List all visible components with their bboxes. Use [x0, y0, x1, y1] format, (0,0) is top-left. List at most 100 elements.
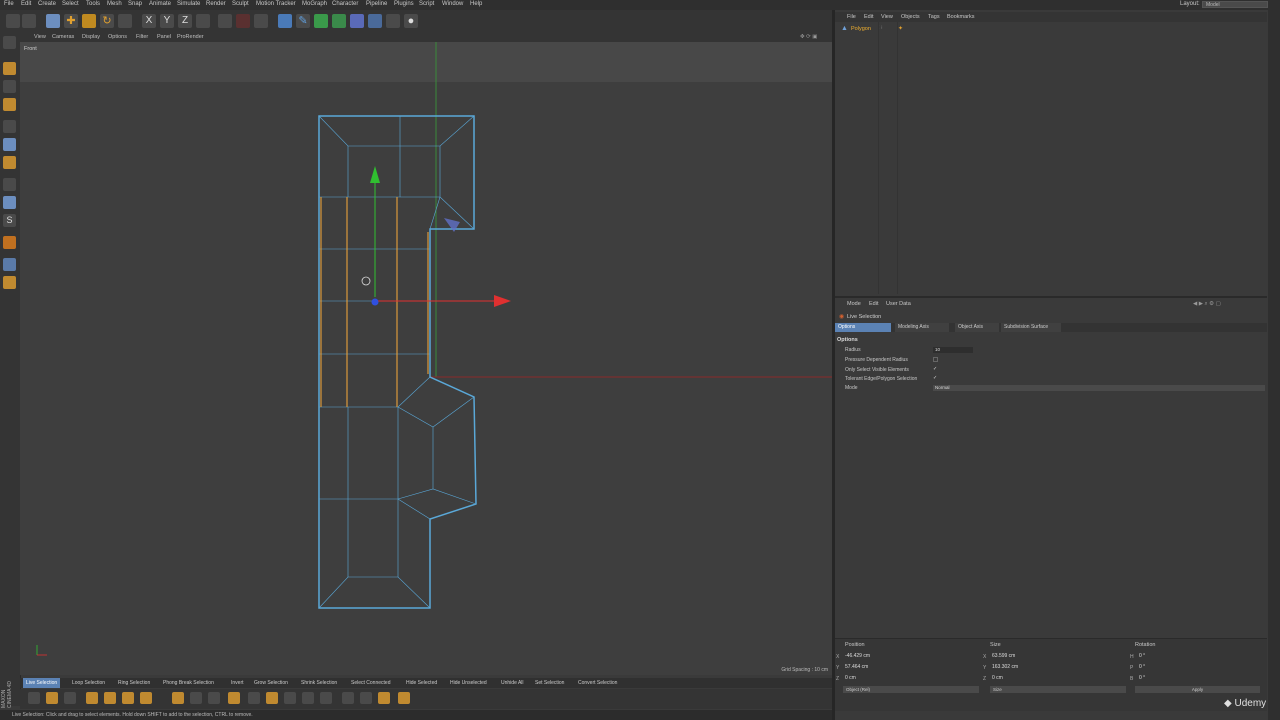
menu-plugins[interactable]: Plugins — [394, 1, 414, 7]
slide-icon[interactable] — [248, 692, 260, 704]
render-view-icon[interactable] — [218, 14, 232, 28]
object-name[interactable]: Polygon — [851, 26, 871, 32]
stitch-icon[interactable] — [320, 692, 332, 704]
sculpt-icon[interactable] — [3, 236, 16, 249]
snap-icon[interactable]: S — [3, 214, 16, 227]
tool-ring-selection[interactable]: Ring Selection — [118, 680, 150, 686]
pos-x-field[interactable]: -46.429 cm — [843, 653, 980, 660]
extrude-inner-icon[interactable] — [122, 692, 134, 704]
pressure-radius-checkbox[interactable] — [933, 357, 938, 362]
menu-render[interactable]: Render — [206, 1, 226, 7]
magnet-icon[interactable] — [284, 692, 296, 704]
rot-p-field[interactable]: 0 ° — [1137, 664, 1264, 671]
optimize-icon[interactable] — [398, 692, 410, 704]
recent-tools-icon[interactable] — [118, 14, 132, 28]
tool-invert[interactable]: Invert — [231, 680, 244, 686]
x-axis-lock-icon[interactable]: X — [142, 14, 156, 28]
texture-mode-icon[interactable] — [3, 80, 16, 93]
matrix-extrude-icon[interactable] — [172, 692, 184, 704]
move-icon[interactable]: ✚ — [64, 14, 78, 28]
make-editable-icon[interactable] — [3, 36, 16, 49]
tool-grow-selection[interactable]: Grow Selection — [254, 680, 288, 686]
mirror-icon[interactable] — [302, 692, 314, 704]
pos-y-field[interactable]: 57.464 cm — [843, 664, 980, 671]
apply-button[interactable]: Apply — [1135, 686, 1260, 693]
tool-select-connected[interactable]: Select Connected — [351, 680, 390, 686]
size-x-field[interactable]: 63.599 cm — [990, 653, 1127, 660]
side-tab-strip[interactable] — [1268, 10, 1280, 720]
menu-motion-tracker[interactable]: Motion Tracker — [256, 1, 296, 7]
radius-input[interactable]: 10 — [933, 347, 973, 353]
knife-icon[interactable] — [46, 692, 58, 704]
menu-window[interactable]: Window — [442, 1, 463, 7]
extrude-icon[interactable] — [104, 692, 116, 704]
size-mode-select[interactable]: Size — [990, 686, 1126, 693]
menu-select[interactable]: Select — [62, 1, 79, 7]
bridge-icon[interactable] — [86, 692, 98, 704]
coordinate-mode-select[interactable]: Object (Rel) — [843, 686, 979, 693]
pos-z-field[interactable]: 0 cm — [843, 675, 980, 682]
tool-unhide-all[interactable]: Unhide All — [501, 680, 524, 686]
lock-workplane-icon[interactable] — [3, 276, 16, 289]
objmgr-menu-edit[interactable]: Edit — [864, 14, 873, 20]
tool-live-selection[interactable]: Live Selection — [23, 678, 61, 688]
spin-edge-icon[interactable] — [342, 692, 354, 704]
layout-select[interactable]: Model — [1202, 1, 1268, 8]
coordinate-system-icon[interactable] — [196, 14, 210, 28]
tab-subdivision-surface[interactable]: Subdivision Surface — [1001, 323, 1061, 332]
viewport-front[interactable]: Front Grid Spacing: 10 cm — [20, 42, 832, 675]
edges-mode-icon[interactable] — [3, 138, 16, 151]
menu-animate[interactable]: Animate — [149, 1, 171, 7]
attr-menu-user-data[interactable]: User Data — [886, 301, 911, 307]
axis-mode-icon[interactable] — [3, 178, 16, 191]
points-mode-icon[interactable] — [3, 120, 16, 133]
tab-modeling-axis[interactable]: Modeling Axis — [895, 323, 949, 332]
set-point-value-icon[interactable] — [360, 692, 372, 704]
subdivision-icon[interactable] — [314, 14, 328, 28]
tool-hide-unselected[interactable]: Hide Unselected — [450, 680, 487, 686]
weld-icon[interactable] — [228, 692, 240, 704]
workplane-icon[interactable] — [3, 258, 16, 271]
viewport-menu-filter[interactable]: Filter — [136, 34, 148, 40]
tool-hide-selected[interactable]: Hide Selected — [406, 680, 437, 686]
mesh-wireframe[interactable] — [20, 42, 832, 675]
light-icon[interactable]: ● — [404, 14, 418, 28]
size-z-field[interactable]: 0 cm — [990, 675, 1127, 682]
menu-mesh[interactable]: Mesh — [107, 1, 122, 7]
objmgr-menu-tags[interactable]: Tags — [928, 14, 940, 20]
rot-h-field[interactable]: 0 ° — [1137, 653, 1264, 660]
viewport-menu-options[interactable]: Options — [108, 34, 127, 40]
scale-icon[interactable] — [82, 14, 96, 28]
cube-icon[interactable] — [278, 14, 292, 28]
menu-create[interactable]: Create — [38, 1, 56, 7]
normal-move-icon[interactable] — [208, 692, 220, 704]
menu-sculpt[interactable]: Sculpt — [232, 1, 249, 7]
menu-file[interactable]: File — [4, 1, 14, 7]
tool-phong-break-selection[interactable]: Phong Break Selection — [163, 680, 214, 686]
objmgr-menu-objects[interactable]: Objects — [901, 14, 920, 20]
attr-menu-edit[interactable]: Edit — [869, 301, 878, 307]
menu-simulate[interactable]: Simulate — [177, 1, 200, 7]
objmgr-menu-bookmarks[interactable]: Bookmarks — [947, 14, 975, 20]
render-picture-viewer-icon[interactable] — [236, 14, 250, 28]
floor-icon[interactable] — [368, 14, 382, 28]
attr-menu-mode[interactable]: Mode — [847, 301, 861, 307]
z-axis-lock-icon[interactable]: Z — [178, 14, 192, 28]
viewport-nav-icon[interactable]: ✥ ⟳ ▣ — [800, 34, 817, 40]
objmgr-menu-view[interactable]: View — [881, 14, 893, 20]
y-axis-lock-icon[interactable]: Y — [160, 14, 174, 28]
bevel-icon[interactable] — [140, 692, 152, 704]
polygon-pen-icon[interactable] — [28, 692, 40, 704]
redo-icon[interactable] — [22, 14, 36, 28]
pen-icon[interactable]: ✎ — [296, 14, 310, 28]
menu-snap[interactable]: Snap — [128, 1, 142, 7]
undo-icon[interactable] — [6, 14, 20, 28]
render-settings-icon[interactable] — [254, 14, 268, 28]
tweak-mode-icon[interactable] — [3, 196, 16, 209]
attr-nav-icons[interactable]: ◀ ▶ ⌕ ⚙ ▢ — [1193, 301, 1221, 308]
menu-tools[interactable]: Tools — [86, 1, 100, 7]
size-y-field[interactable]: 163.302 cm — [990, 664, 1127, 671]
viewport-menu-view[interactable]: View — [34, 34, 46, 40]
array-icon[interactable] — [332, 14, 346, 28]
smooth-shift-icon[interactable] — [190, 692, 202, 704]
